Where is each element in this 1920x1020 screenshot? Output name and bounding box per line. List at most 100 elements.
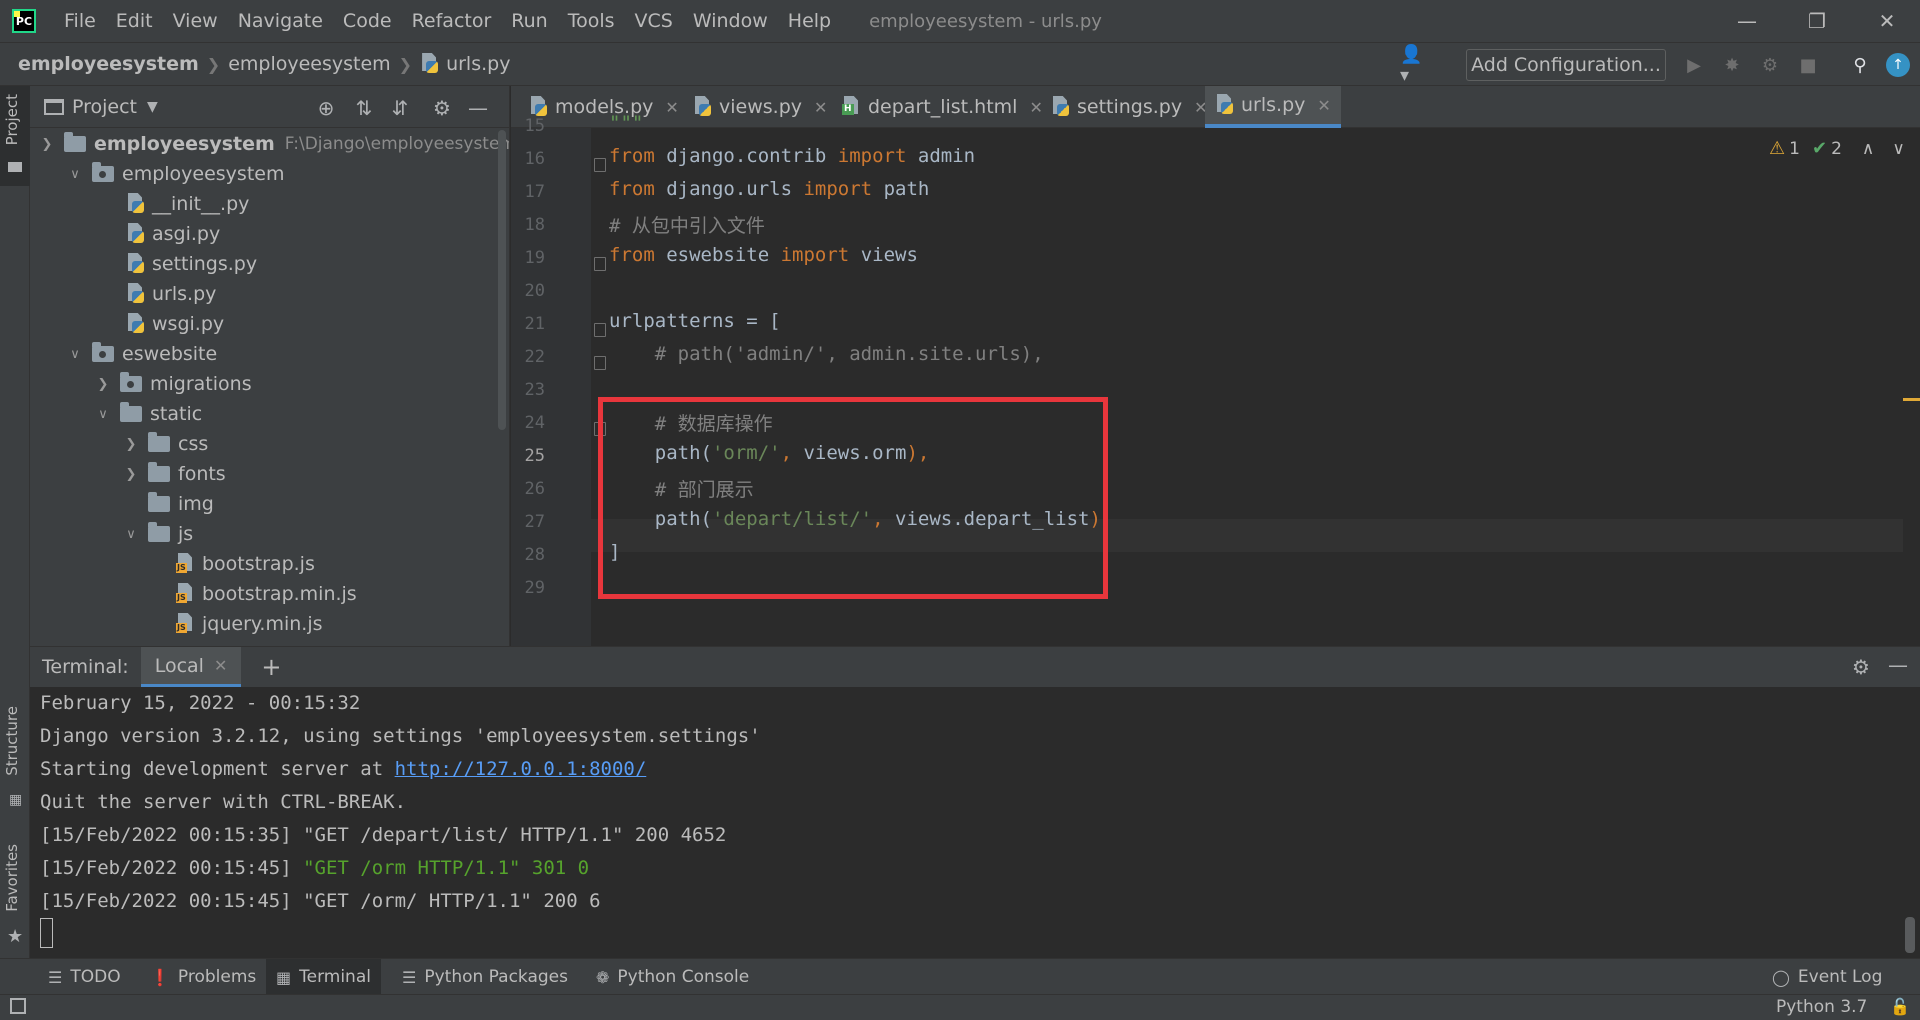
hide-panel-icon[interactable]: —: [466, 96, 490, 120]
pycharm-logo-icon[interactable]: PC: [12, 9, 36, 33]
project-tool-tab[interactable]: Project: [0, 86, 30, 186]
add-configuration-button[interactable]: Add Configuration...: [1466, 49, 1666, 81]
tree-item-folder[interactable]: ∨ js: [124, 519, 193, 549]
tree-item-file[interactable]: urls.py: [126, 279, 216, 309]
tree-item-folder[interactable]: ❯ fonts: [124, 459, 226, 489]
close-tab-icon[interactable]: ✕: [214, 656, 227, 675]
fold-marker-icon[interactable]: [594, 356, 606, 370]
tab-depart-list-html[interactable]: depart_list.html ✕: [832, 86, 1053, 128]
breadcrumb-package[interactable]: employeesystem: [228, 53, 390, 75]
menu-code[interactable]: Code: [343, 10, 392, 32]
warning-marker[interactable]: [1903, 398, 1920, 401]
tree-item-file[interactable]: wsgi.py: [126, 309, 224, 339]
collapse-all-icon[interactable]: ⇵: [388, 96, 412, 120]
gear-icon[interactable]: ⚙: [1852, 655, 1870, 679]
new-terminal-plus-icon[interactable]: +: [261, 653, 281, 681]
menu-help[interactable]: Help: [788, 10, 831, 32]
server-url-link[interactable]: http://127.0.0.1:8000/: [395, 758, 647, 780]
tree-item-package[interactable]: ∨ employeesystem: [68, 159, 284, 189]
minimize-icon[interactable]: —: [1712, 0, 1782, 42]
expand-arrow-icon[interactable]: ❯: [40, 137, 54, 152]
tree-item-file[interactable]: jquery.min.js: [176, 609, 323, 639]
expand-arrow-icon[interactable]: ❯: [124, 467, 138, 482]
tab-settings-py[interactable]: settings.py ✕: [1041, 86, 1218, 128]
expand-arrow-icon[interactable]: ∨: [68, 347, 82, 362]
terminal-tab-local[interactable]: Local ✕: [140, 647, 242, 687]
expand-arrow-icon[interactable]: ∨: [124, 527, 138, 542]
menu-tools[interactable]: Tools: [568, 10, 615, 32]
toggle-tool-windows-icon[interactable]: [10, 998, 26, 1014]
menu-edit[interactable]: Edit: [116, 10, 153, 32]
python-console-tool-button[interactable]: ❁ Python Console: [586, 959, 759, 995]
python-interpreter-selector[interactable]: Python 3.7: [1776, 997, 1867, 1017]
code-line-16[interactable]: from django.contrib import admin: [609, 145, 975, 167]
chevron-down-icon[interactable]: ▼: [147, 99, 158, 115]
todo-tool-button[interactable]: ☰ TODO: [38, 959, 131, 995]
tree-item-folder[interactable]: ❯ css: [124, 429, 208, 459]
code-line-19[interactable]: from eswebsite import views: [609, 244, 918, 266]
project-scrollbar[interactable]: [498, 130, 506, 430]
close-tab-icon[interactable]: ✕: [1317, 96, 1330, 115]
stop-icon[interactable]: ■: [1796, 53, 1820, 77]
tree-item-folder[interactable]: ∨ static: [96, 399, 202, 429]
close-tab-icon[interactable]: ✕: [814, 98, 827, 117]
gear-icon[interactable]: ⚙: [430, 96, 454, 120]
hide-panel-icon[interactable]: —: [1888, 653, 1908, 677]
update-icon[interactable]: ↑: [1886, 53, 1910, 77]
expand-arrow-icon[interactable]: ∨: [96, 407, 110, 422]
menu-navigate[interactable]: Navigate: [238, 10, 323, 32]
expand-all-icon[interactable]: ⇅: [352, 96, 376, 120]
project-view-selector[interactable]: Project: [72, 96, 137, 118]
tree-item-package[interactable]: ❯ migrations: [96, 369, 252, 399]
fold-marker-icon[interactable]: [594, 158, 606, 172]
expand-arrow-icon[interactable]: ❯: [124, 437, 138, 452]
terminal-tool-button[interactable]: ▦ Terminal: [266, 959, 381, 995]
locate-icon[interactable]: ⊕: [314, 96, 338, 120]
breadcrumb-file[interactable]: urls.py: [446, 53, 510, 75]
code-line-21[interactable]: urlpatterns = [: [609, 310, 781, 332]
close-tab-icon[interactable]: ✕: [665, 98, 678, 117]
menu-vcs[interactable]: VCS: [635, 10, 673, 32]
search-icon[interactable]: ⚲: [1848, 53, 1872, 77]
expand-arrow-icon[interactable]: ❯: [96, 377, 110, 392]
menu-window[interactable]: Window: [693, 10, 768, 32]
tree-item-folder[interactable]: img: [148, 489, 214, 519]
code-line-17[interactable]: from django.urls import path: [609, 178, 929, 200]
run-icon[interactable]: ▶: [1682, 53, 1706, 77]
coverage-icon[interactable]: ⚙: [1758, 53, 1782, 77]
tree-item-file[interactable]: settings.py: [126, 249, 257, 279]
terminal-cursor[interactable]: [40, 918, 53, 948]
debug-icon[interactable]: ✸: [1720, 53, 1744, 77]
editor-scrollbar[interactable]: [1903, 128, 1920, 646]
tree-item-package[interactable]: ∨ eswebsite: [68, 339, 217, 369]
code-line-18[interactable]: # 从包中引入文件: [609, 211, 765, 238]
tree-item-file[interactable]: bootstrap.min.js: [176, 579, 357, 609]
menu-view[interactable]: View: [173, 10, 218, 32]
lock-icon[interactable]: 🔓: [1890, 997, 1910, 1016]
user-icon[interactable]: 👤▾: [1400, 44, 1424, 86]
event-log-tool-button[interactable]: ◯ Event Log: [1762, 959, 1892, 995]
breadcrumb-project[interactable]: employeesystem: [18, 53, 199, 75]
fold-marker-icon[interactable]: [594, 323, 606, 337]
code-line-15[interactable]: """: [609, 112, 643, 134]
tab-urls-py[interactable]: urls.py ✕: [1205, 86, 1341, 128]
favorites-tool-tab[interactable]: Favorites ★: [0, 844, 30, 954]
terminal-scrollbar[interactable]: [1905, 917, 1915, 953]
structure-tool-tab[interactable]: Structure ▦: [0, 706, 30, 816]
inspection-widget[interactable]: ⚠ 1 ✔ 2 ∧ ∨: [1769, 138, 1905, 159]
close-window-icon[interactable]: ✕: [1852, 0, 1920, 42]
menu-refactor[interactable]: Refactor: [412, 10, 492, 32]
tree-item-file[interactable]: asgi.py: [126, 219, 220, 249]
tab-views-py[interactable]: views.py ✕: [683, 86, 837, 128]
problems-tool-button[interactable]: ❗ Problems: [140, 959, 266, 995]
menu-run[interactable]: Run: [511, 10, 547, 32]
chevron-up-icon[interactable]: ∧: [1862, 139, 1874, 159]
fold-marker-icon[interactable]: [594, 257, 606, 271]
tree-item-file[interactable]: bootstrap.js: [176, 549, 315, 579]
python-packages-tool-button[interactable]: ☰ Python Packages: [392, 959, 578, 995]
tree-item-file[interactable]: __init__.py: [126, 189, 249, 219]
code-line-22[interactable]: # path('admin/', admin.site.urls),: [609, 343, 1044, 365]
expand-arrow-icon[interactable]: ∨: [68, 167, 82, 182]
menu-file[interactable]: File: [64, 10, 96, 32]
tree-item-root[interactable]: ❯ employeesystem F:\Django\employeesyste…: [40, 129, 509, 159]
